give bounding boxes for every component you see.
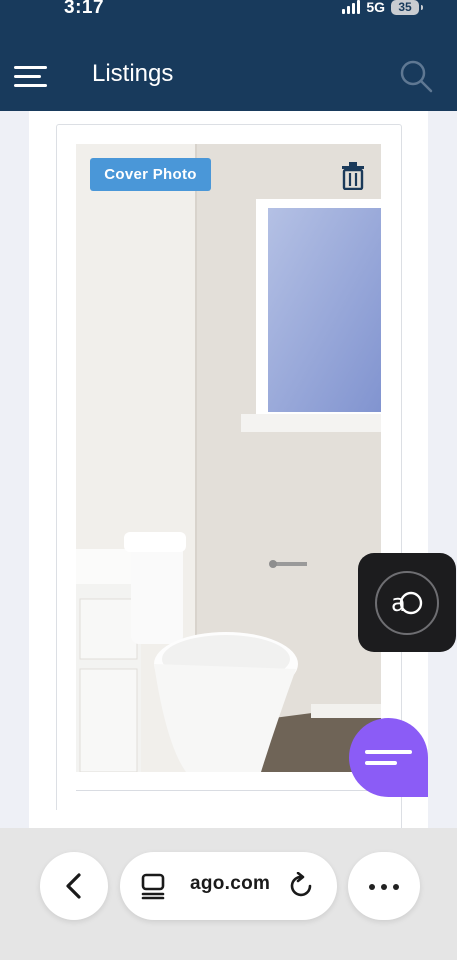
- chat-icon[interactable]: [349, 718, 428, 797]
- listing-photo[interactable]: [76, 144, 381, 772]
- assistant-button[interactable]: a: [358, 553, 456, 652]
- assistant-icon: a: [375, 571, 439, 635]
- back-button[interactable]: [40, 852, 108, 920]
- address-bar[interactable]: ago.com: [120, 852, 337, 920]
- app-header: 3:17 5G 35 Listings: [0, 0, 457, 111]
- signal-icon: [342, 0, 361, 14]
- battery-level: 35: [398, 0, 412, 14]
- reader-icon[interactable]: [140, 872, 168, 900]
- battery-icon: 35: [391, 0, 423, 15]
- back-icon: [66, 873, 81, 899]
- search-icon[interactable]: [398, 58, 434, 94]
- status-time: 3:17: [64, 0, 105, 18]
- url-text: ago.com: [190, 873, 271, 894]
- more-icon: [366, 877, 402, 895]
- trash-icon[interactable]: [341, 162, 365, 191]
- photo-divider: [76, 790, 381, 791]
- page-title: Listings: [92, 60, 174, 87]
- menu-icon[interactable]: [14, 64, 48, 90]
- svg-text:a: a: [391, 589, 406, 617]
- cover-photo-badge: Cover Photo: [90, 158, 211, 191]
- reload-icon[interactable]: [288, 872, 316, 900]
- more-button[interactable]: [348, 852, 420, 920]
- status-indicators: 5G 35: [342, 0, 423, 15]
- network-type: 5G: [366, 0, 385, 15]
